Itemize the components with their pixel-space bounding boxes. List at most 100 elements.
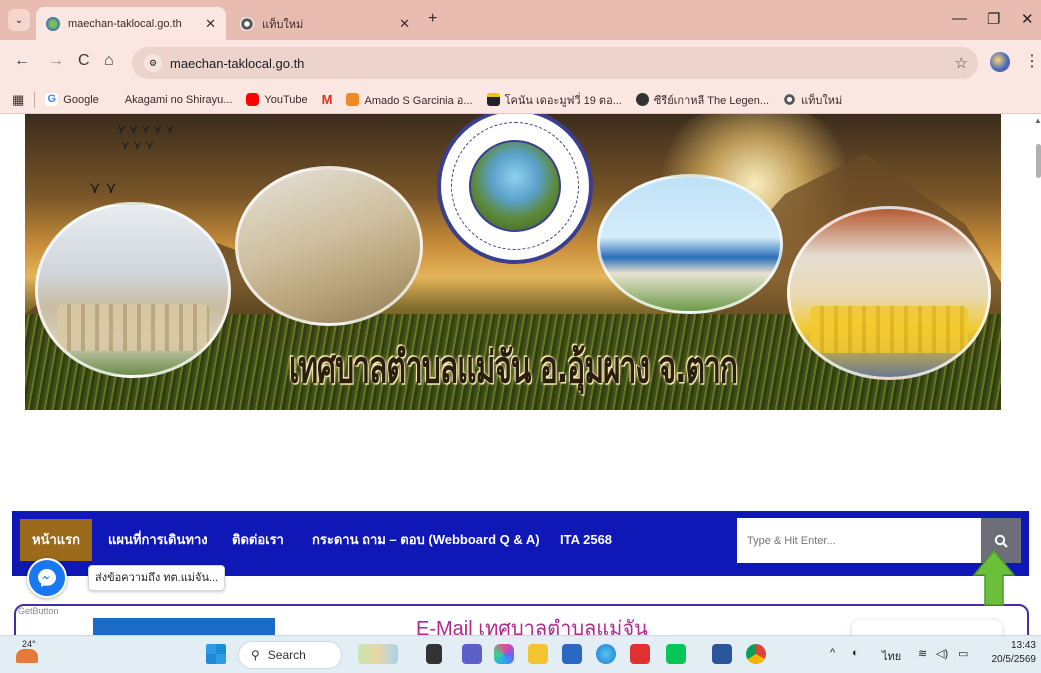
google-icon: G — [45, 93, 59, 106]
bookmark-amado[interactable]: Amado S Garcinia อ... — [346, 91, 473, 109]
municipality-seal-logo — [437, 114, 593, 264]
nav-home[interactable]: หน้าแรก — [20, 519, 92, 561]
office-building-photo — [597, 174, 783, 314]
copilot-icon[interactable] — [494, 644, 514, 664]
bookmark-korean-series[interactable]: ซีรีย์เกาหลี The Legen... — [635, 91, 770, 109]
people-group — [809, 306, 969, 354]
scrollbar-thumb[interactable] — [1036, 144, 1041, 178]
bookmark-label: Google — [63, 93, 99, 106]
bookmark-new-tab[interactable]: แท็บใหม่ — [783, 91, 842, 109]
wifi-icon[interactable]: ≋ — [918, 647, 927, 660]
forward-icon[interactable]: → — [48, 52, 64, 70]
app-l-icon[interactable] — [630, 644, 650, 664]
people-group — [57, 303, 209, 352]
bookmark-label: ซีรีย์เกาหลี The Legen... — [653, 94, 770, 107]
clock-date: 20/5/2569 — [991, 654, 1037, 665]
close-window-icon[interactable]: ✕ — [1021, 10, 1034, 28]
chevron-up-icon[interactable]: ^ — [830, 647, 835, 659]
messenger-button[interactable] — [27, 558, 67, 598]
bookmark-gmail[interactable]: M — [322, 92, 333, 107]
clock-time: 13:43 — [1010, 640, 1036, 651]
system-clock[interactable]: 13:43 20/5/2569 — [988, 639, 1037, 667]
email-heading: E-Mail เทศบาลตำบลแม่จัน — [416, 618, 648, 635]
bookmark-label: แท็บใหม่ — [801, 94, 843, 107]
email-section: E-Mail เทศบาลตำบลแม่จัน — [14, 604, 1029, 635]
tab-title: maechan-taklocal.go.th — [68, 17, 182, 30]
header-banner: ⋎ ⋎ ⋎ ⋎ ⋎ ⋎ ⋎ ⋎ ⋎ ⋎ เทศบาลตำบลแม่จัน อ.อ… — [25, 114, 1001, 410]
nav-map[interactable]: แผนที่การเดินทาง — [96, 519, 220, 561]
chrome-icon — [240, 16, 254, 31]
address-bar[interactable]: ⚙ maechan-taklocal.go.th ☆ — [132, 47, 978, 79]
edge-icon[interactable] — [596, 644, 616, 664]
scroll-up-icon[interactable]: ▲ — [1034, 116, 1041, 125]
taskbar-search[interactable]: ⚲ Search — [238, 641, 342, 669]
gmail-icon: M — [321, 92, 333, 107]
language-indicator[interactable]: ไทย — [882, 647, 901, 665]
new-tab-button[interactable]: + — [428, 10, 437, 28]
store-icon[interactable] — [562, 644, 582, 664]
back-to-top-icon[interactable] — [972, 549, 1016, 607]
menu-icon[interactable]: ⋮ — [1024, 51, 1040, 71]
windows-taskbar: 24° ⚲ Search ^ ◐ ไทย ≋ ◁) ▭ 13:43 20/5/2… — [0, 635, 1041, 673]
nav-ita[interactable]: ITA 2568 — [548, 519, 624, 561]
home-icon[interactable]: ⌂ — [104, 52, 114, 70]
youtube-icon — [246, 93, 260, 106]
bird-icon: ⋎ ⋎ ⋎ — [121, 138, 155, 152]
banner-title: เทศบาลตำบลแม่จัน อ.อุ้มผาง จ.ตาก — [289, 342, 738, 394]
chrome-icon — [783, 93, 797, 106]
divider — [34, 91, 36, 108]
nav-contact[interactable]: ติดต่อเรา — [220, 519, 296, 561]
weather-temp: 24° — [22, 639, 36, 649]
bookmark-conan[interactable]: โคนัน เดอะมูฟวี่ 19 ตอ... — [486, 91, 622, 109]
side-card — [852, 620, 1002, 635]
chevron-down-icon: ⌄ — [14, 14, 24, 26]
close-tab-icon[interactable]: ✕ — [205, 16, 216, 32]
weather-icon — [16, 649, 38, 663]
bookmark-akagami[interactable]: Akagami no Shirayu... — [125, 94, 233, 106]
bookmark-google[interactable]: G Google — [45, 93, 99, 106]
nav-webboard[interactable]: กระดาน ถาม – ตอบ (Webboard Q & A) — [300, 519, 552, 561]
restore-icon[interactable]: ❐ — [987, 10, 1000, 28]
mayor-photo — [235, 166, 423, 326]
task-view-icon[interactable] — [426, 644, 442, 664]
bookmark-star-icon[interactable]: ☆ — [955, 54, 968, 72]
tab-maechan[interactable]: maechan-taklocal.go.th ✕ — [36, 7, 226, 40]
community-group-photo — [787, 206, 991, 380]
tab-new-tab[interactable]: แท็บใหม่ ✕ — [230, 7, 420, 40]
bookmark-youtube[interactable]: YouTube — [246, 93, 308, 106]
minimize-icon[interactable]: — — [952, 10, 967, 27]
widgets-icon[interactable] — [358, 644, 398, 664]
apps-grid-icon[interactable]: ▦ — [12, 92, 24, 108]
browser-tabstrip: ⌄ maechan-taklocal.go.th ✕ แท็บใหม่ ✕ + … — [0, 0, 1041, 40]
section-image — [93, 618, 275, 635]
tab-search-button[interactable]: ⌄ — [8, 9, 30, 31]
battery-icon[interactable]: ▭ — [958, 647, 968, 660]
line-icon[interactable] — [666, 644, 686, 664]
web-icon — [635, 93, 649, 106]
waterfall-emblem-icon — [469, 140, 561, 232]
reload-icon[interactable]: C — [78, 52, 90, 70]
chrome-icon[interactable] — [746, 644, 766, 664]
close-tab-icon[interactable]: ✕ — [399, 16, 410, 32]
staff-group-photo — [35, 202, 231, 378]
amado-icon — [346, 93, 360, 106]
messenger-tooltip[interactable]: ส่งข้อความถึง ทต.แม่จัน... — [88, 565, 226, 591]
teams-icon[interactable] — [462, 644, 482, 664]
bookmark-label: Akagami no Shirayu... — [124, 93, 233, 106]
word-icon[interactable] — [712, 644, 732, 664]
start-icon[interactable] — [206, 644, 226, 664]
volume-icon[interactable]: ◁) — [936, 647, 948, 660]
weather-widget[interactable]: 24° — [14, 639, 40, 667]
web-page: ▲ ⋎ ⋎ ⋎ ⋎ ⋎ ⋎ ⋎ ⋎ ⋎ ⋎ เทศบาลตำบลแม่จัน อ… — [0, 114, 1041, 635]
browser-toolbar: ← → C ⌂ ⚙ maechan-taklocal.go.th ☆ ⋮ — [0, 40, 1041, 86]
file-explorer-icon[interactable] — [528, 644, 548, 664]
bird-icon: ⋎ ⋎ ⋎ ⋎ ⋎ — [117, 122, 175, 136]
back-icon[interactable]: ← — [14, 52, 30, 70]
network-app-icon[interactable]: ◐ — [852, 647, 859, 659]
getbutton-label[interactable]: GetButton — [18, 606, 59, 616]
movie-icon — [486, 93, 500, 106]
site-info-icon[interactable]: ⚙ — [144, 54, 162, 72]
site-search-input[interactable] — [737, 518, 981, 563]
profile-avatar[interactable] — [990, 52, 1010, 72]
search-icon — [994, 534, 1008, 548]
